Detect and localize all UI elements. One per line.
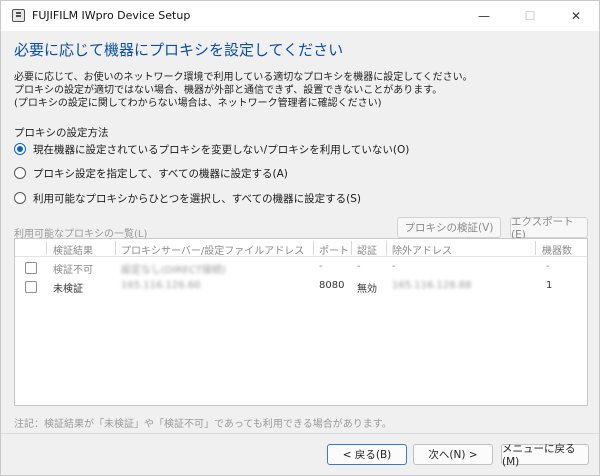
radio-button-selected[interactable] [14, 143, 26, 155]
maximize-button: ☐ [524, 9, 536, 23]
column-separator [313, 241, 314, 255]
radio-select-available-proxy[interactable]: 利用可能なプロキシからひとつを選択し、すべての機器に設定する(S) [14, 190, 361, 206]
next-button[interactable]: 次へ(N) > [413, 444, 493, 465]
column-separator [351, 241, 352, 255]
cell-auth: 無効 [357, 284, 377, 295]
cell-exclude: 165.116.128.88 [392, 280, 472, 291]
minimize-button[interactable]: — [461, 1, 507, 31]
title-bar: FUJIFILM IWpro Device Setup — ☐ ✕ [1, 1, 599, 31]
intro-line: プロキシの設定が適切ではない場合、機器が外部と通信できず、設置できないことがあり… [14, 85, 443, 96]
footer-divider [1, 433, 599, 434]
column-header-exclude: 除外アドレス [392, 246, 452, 257]
intro-line: (プロキシの設定に関してわからない場合は、ネットワーク管理者に確認ください) [14, 98, 382, 109]
radio-button[interactable] [14, 167, 26, 179]
back-button[interactable]: < 戻る(B) [327, 444, 407, 465]
column-separator [115, 241, 116, 255]
cell-exclude: - [392, 261, 396, 272]
column-header-address: プロキシサーバー/設定ファイルアドレス [121, 246, 305, 257]
radio-label: 利用可能なプロキシからひとつを選択し、すべての機器に設定する(S) [33, 192, 361, 205]
proxy-table: 検証結果 プロキシサーバー/設定ファイルアドレス ポート 認証 除外アドレス 機… [14, 238, 588, 406]
row-checkbox[interactable] [25, 281, 37, 293]
cell-auth: - [357, 261, 361, 272]
radio-button[interactable] [14, 192, 26, 204]
return-to-menu-button[interactable]: メニューに戻る(M) [501, 443, 589, 468]
cell-count: 1 [546, 280, 553, 291]
cell-count: - [546, 261, 550, 272]
radio-label: 現在機器に設定されているプロキシを変更しない/プロキシを利用していない(O) [33, 143, 410, 156]
column-header-result: 検証結果 [53, 246, 93, 257]
cell-address: 165.116.126.60 [121, 280, 201, 291]
radio-specify-proxy[interactable]: プロキシ設定を指定して、すべての機器に設定する(A) [14, 165, 288, 181]
verify-proxy-button[interactable]: プロキシの検証(V) [397, 217, 501, 238]
column-header-count: 機器数 [542, 246, 572, 257]
column-separator [386, 241, 387, 255]
radio-label: プロキシ設定を指定して、すべての機器に設定する(A) [33, 167, 288, 180]
verification-note: 注記：検証結果が「未検証」や「検証不可」であっても利用できる場合があります。 [14, 419, 392, 430]
table-row[interactable]: 未検証 165.116.126.60 8080 無効 165.116.128.8… [15, 278, 587, 296]
column-separator [535, 241, 536, 255]
table-header: 検証結果 プロキシサーバー/設定ファイルアドレス ポート 認証 除外アドレス 機… [15, 239, 587, 257]
intro-text: 必要に応じて、お使いのネットワーク環境で利用している適切なプロキシを機器に設定し… [14, 71, 473, 110]
radio-keep-current[interactable]: 現在機器に設定されているプロキシを変更しない/プロキシを利用していない(O) [14, 141, 409, 157]
row-checkbox[interactable] [25, 262, 37, 274]
cell-port: - [319, 261, 323, 272]
proxy-method-label: プロキシの設定方法 [14, 127, 109, 139]
cell-address: 設定なし(DIRECT接続) [121, 265, 226, 276]
app-icon [12, 9, 25, 22]
column-separator [46, 241, 47, 255]
column-header-auth: 認証 [357, 246, 377, 257]
setup-window: FUJIFILM IWpro Device Setup — ☐ ✕ 必要に応じて… [0, 0, 600, 476]
column-header-port: ポート [319, 246, 349, 257]
cell-result: 検証不可 [53, 265, 93, 276]
export-button[interactable]: エクスポート(E) [510, 216, 588, 241]
close-button[interactable]: ✕ [553, 1, 599, 31]
cell-port: 8080 [319, 280, 345, 291]
cell-result: 未検証 [53, 284, 83, 295]
window-title: FUJIFILM IWpro Device Setup [32, 9, 191, 22]
table-row[interactable]: 検証不可 設定なし(DIRECT接続) - - - - [15, 259, 587, 277]
intro-line: 必要に応じて、お使いのネットワーク環境で利用している適切なプロキシを機器に設定し… [14, 72, 473, 83]
page-heading: 必要に応じて機器にプロキシを設定してください [14, 41, 344, 59]
